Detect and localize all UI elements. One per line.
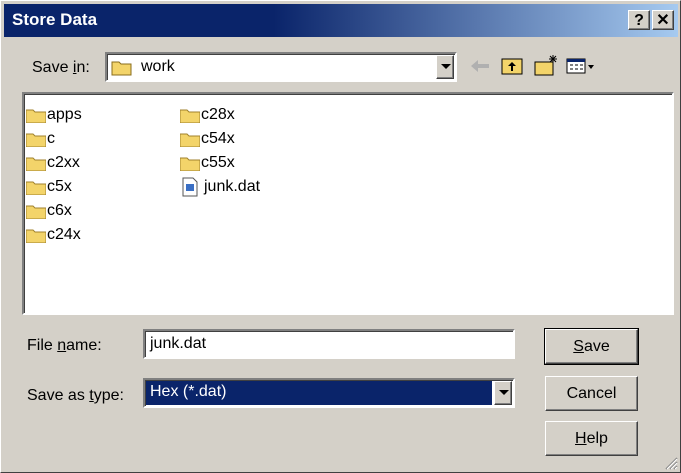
help-button[interactable]: Help — [545, 421, 638, 456]
file-name-value: junk.dat — [150, 335, 207, 352]
list-item-label: c — [47, 130, 55, 147]
save-as-type-value: Hex (*.dat) — [150, 383, 227, 400]
folder-icon — [26, 205, 46, 219]
folder-icon — [180, 109, 200, 123]
list-item-label: c24x — [47, 226, 81, 243]
list-item[interactable]: apps — [26, 104, 82, 126]
list-item[interactable]: c6x — [26, 200, 72, 222]
file-name-field[interactable]: junk.dat — [143, 329, 515, 359]
list-item-label: c5x — [47, 178, 72, 195]
save-as-type-selected: Hex (*.dat) — [146, 381, 492, 405]
resize-grip-icon[interactable] — [664, 456, 678, 470]
folder-icon — [26, 133, 46, 147]
folder-open-icon — [111, 59, 135, 82]
help-title-button[interactable]: ? — [628, 10, 650, 30]
data-file-icon — [182, 177, 198, 197]
folder-icon — [180, 133, 200, 147]
view-menu-icon[interactable] — [565, 53, 597, 79]
store-data-dialog: Store Data ? ✕ Save in: work apps c c2xx… — [0, 0, 681, 473]
list-item[interactable]: c5x — [26, 176, 72, 198]
save-as-type-label: Save as type: — [27, 387, 124, 404]
file-list[interactable]: apps c c2xx c5x c6x c24x c28x c54x c55x … — [22, 92, 674, 315]
list-item[interactable]: c — [26, 128, 55, 150]
save-button[interactable]: Save — [544, 328, 639, 365]
list-item[interactable]: junk.dat — [180, 176, 260, 198]
list-item[interactable]: c54x — [180, 128, 235, 150]
save-in-combo[interactable]: work — [105, 52, 457, 82]
up-folder-icon[interactable] — [499, 53, 525, 79]
folder-icon — [26, 109, 46, 123]
list-item[interactable]: c2xx — [26, 152, 80, 174]
list-item-label: junk.dat — [204, 178, 261, 195]
list-item-label: c6x — [47, 202, 72, 219]
close-button[interactable]: ✕ — [652, 10, 674, 30]
back-arrow-icon[interactable] — [467, 53, 493, 79]
folder-icon — [26, 157, 46, 171]
folder-icon — [26, 229, 46, 243]
cancel-button[interactable]: Cancel — [545, 376, 638, 411]
list-item-label: c55x — [201, 154, 235, 171]
save-in-label: Save in: — [32, 59, 90, 76]
list-item-label: c54x — [201, 130, 235, 147]
list-item-label: c28x — [201, 106, 235, 123]
list-item-label: apps — [47, 106, 82, 123]
folder-icon — [26, 181, 46, 195]
folder-icon — [180, 157, 200, 171]
title-bar[interactable]: Store Data ? ✕ — [4, 4, 678, 37]
new-folder-icon[interactable] — [533, 53, 559, 79]
window-title: Store Data — [12, 10, 98, 29]
save-as-type-select[interactable]: Hex (*.dat) — [143, 378, 515, 408]
list-item[interactable]: c28x — [180, 104, 235, 126]
save-in-dropdown-button[interactable] — [436, 55, 454, 79]
list-item[interactable]: c55x — [180, 152, 235, 174]
list-item[interactable]: c24x — [26, 224, 81, 246]
file-name-label: File name: — [27, 337, 102, 354]
save-as-type-dropdown-button[interactable] — [494, 381, 512, 405]
save-in-value: work — [141, 58, 175, 75]
list-item-label: c2xx — [47, 154, 80, 171]
